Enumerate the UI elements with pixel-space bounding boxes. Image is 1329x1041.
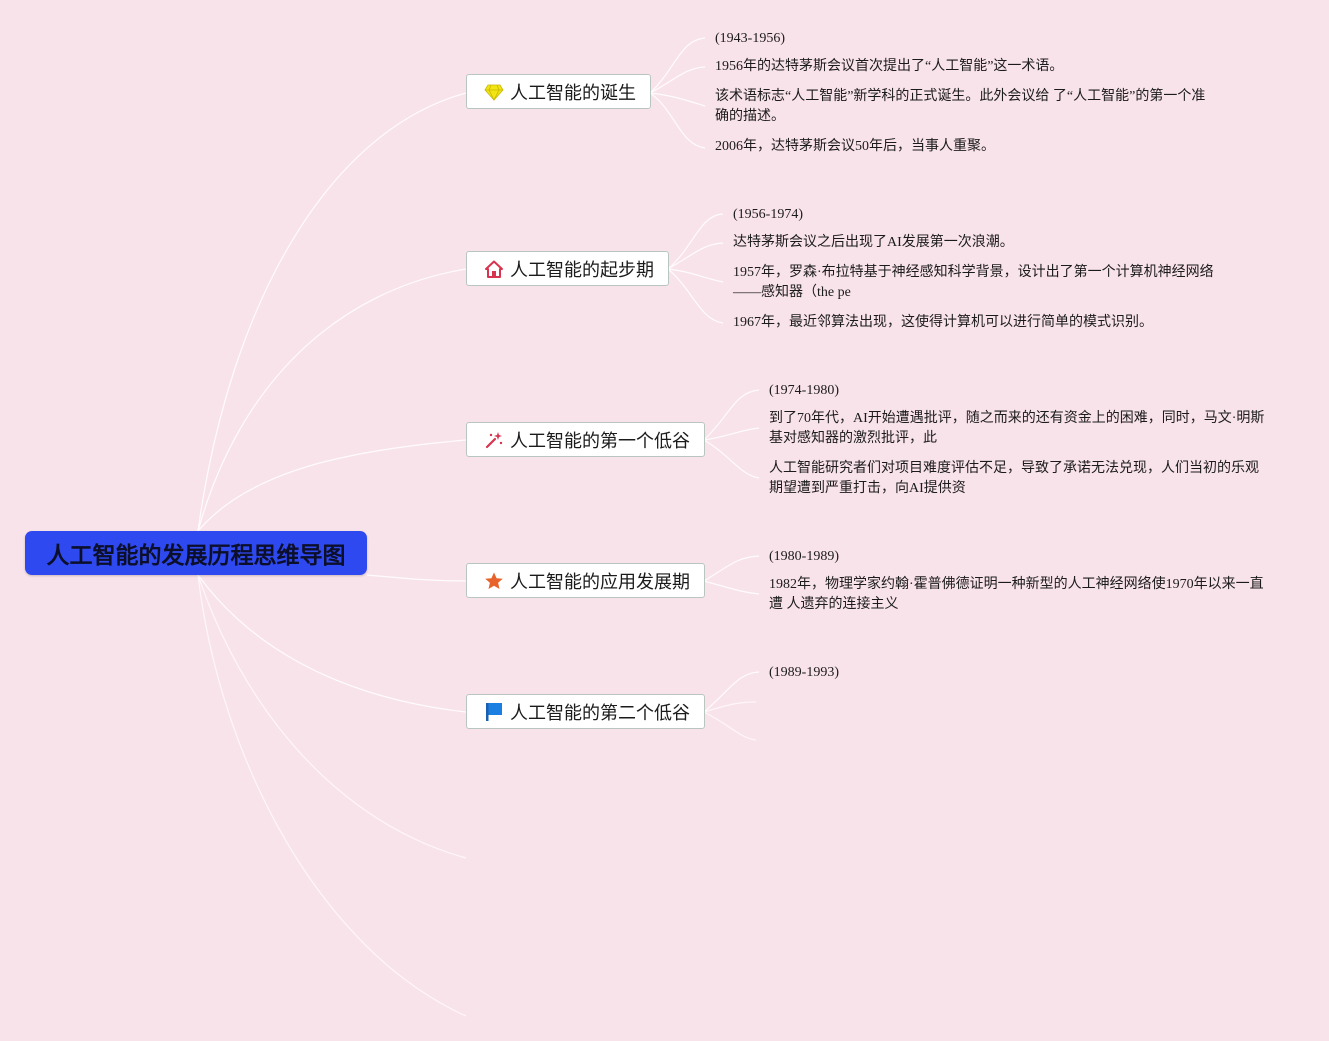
connector-b3-n1 (703, 389, 760, 441)
connector-b5-n3 (703, 711, 757, 741)
connector-root-branch-5 (197, 574, 467, 713)
connector-root-extra-2 (197, 574, 467, 1017)
star-icon (484, 571, 504, 591)
connector-b3-n3 (703, 439, 760, 479)
topic-early-stage[interactable]: 人工智能的起步期 (466, 251, 669, 286)
connector-b1-n2 (649, 66, 706, 94)
connector-b5-n1 (703, 671, 760, 713)
note-item: 达特茅斯会议之后出现了AI发展第一次浪潮。 (733, 235, 1014, 250)
topic-birth-of-ai[interactable]: 人工智能的诞生 (466, 74, 651, 109)
connector-b3-n2 (703, 427, 760, 441)
connector-b2-n1 (667, 213, 724, 270)
connector-b4-n2 (703, 580, 760, 595)
note-item: 到了70年代，AI开始遭遇批评，随之而来的还有资金上的困难，同时，马文·明斯基对… (769, 411, 1265, 446)
connector-b1-n1 (649, 37, 706, 94)
note-item: 1956年的达特茅斯会议首次提出了“人工智能”这一术语。 (715, 59, 1064, 74)
note-item: 1982年，物理学家约翰·霍普佛德证明一种新型的人工神经网络使1970年以来一直… (769, 577, 1264, 612)
root-topic-label: 人工智能的发展历程思维导图 (46, 543, 346, 569)
connector-root-branch-2 (197, 268, 467, 532)
note-period: (1974-1980) (769, 383, 839, 398)
root-topic[interactable]: 人工智能的发展历程思维导图 (25, 531, 367, 575)
connector-root-branch-4 (366, 574, 467, 582)
topic-application-development[interactable]: 人工智能的应用发展期 (466, 563, 705, 598)
note-item: 1957年，罗森·布拉特基于神经感知科学背景，设计出了第一个计算机神经网络——感… (733, 265, 1214, 300)
note-period: (1980-1989) (769, 549, 839, 564)
house-icon (484, 259, 504, 279)
connector-b5-n2 (703, 701, 757, 713)
connector-b4-n1 (703, 555, 760, 582)
connector-root-branch-1 (197, 92, 467, 532)
note-item: 人工智能研究者们对项目难度评估不足，导致了承诺无法兑现，人们当初的乐观期望遭到严… (769, 461, 1259, 496)
topic-label: 人工智能的第一个低谷 (510, 430, 690, 452)
note-item: 2006年，达特茅斯会议50年后，当事人重聚。 (715, 139, 995, 154)
topic-first-winter[interactable]: 人工智能的第一个低谷 (466, 422, 705, 457)
mind-map-canvas: 人工智能的发展历程思维导图 人工智能的诞生 人工智能的起步期 人工智能的第一个低… (0, 0, 1329, 1041)
topic-label: 人工智能的诞生 (510, 82, 636, 104)
topic-label: 人工智能的应用发展期 (510, 571, 690, 593)
connector-b2-n2 (667, 242, 724, 270)
note-item: 1967年，最近邻算法出现，这使得计算机可以进行简单的模式识别。 (733, 315, 1153, 330)
topic-label: 人工智能的第二个低谷 (510, 702, 690, 724)
magic-wand-icon (484, 430, 504, 450)
note-item: 该术语标志“人工智能”新学科的正式诞生。此外会议给 了“人工智能”的第一个准确的… (715, 89, 1206, 124)
connector-root-extra-1 (197, 574, 467, 859)
connector-b1-n4 (649, 92, 706, 149)
note-period: (1989-1993) (769, 665, 839, 680)
topic-second-winter[interactable]: 人工智能的第二个低谷 (466, 694, 705, 729)
note-period: (1943-1956) (715, 31, 785, 46)
note-period: (1956-1974) (733, 207, 803, 222)
connector-b2-n3 (667, 268, 724, 283)
connector-b2-n4 (667, 268, 724, 324)
flag-icon (484, 702, 504, 722)
diamond-icon (484, 82, 504, 102)
connector-root-branch-3 (197, 439, 467, 532)
topic-label: 人工智能的起步期 (510, 259, 654, 281)
